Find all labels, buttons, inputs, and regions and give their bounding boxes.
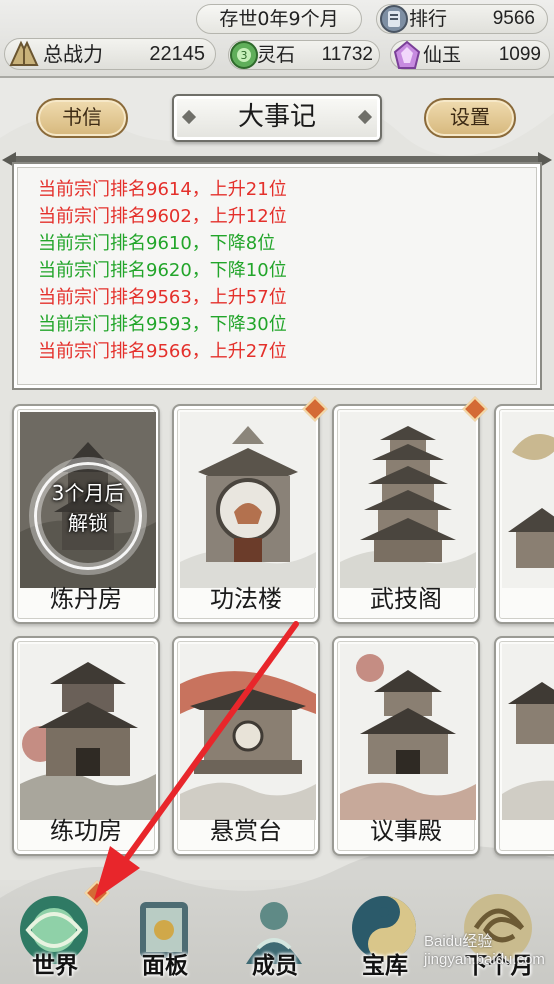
spirit-stone-counter[interactable]: 3 灵石 11732 [228, 40, 380, 70]
svg-text:3: 3 [241, 49, 248, 62]
technique-hall-image [180, 412, 316, 588]
immortal-jade-label: 仙玉 [423, 44, 462, 66]
nav-members[interactable]: 成员 [220, 880, 330, 984]
nav-label: 成员 [252, 952, 298, 979]
event-line: 当前宗门排名9602，上升12位 [38, 206, 287, 227]
building-card-training-room[interactable]: 练功房 [12, 636, 160, 856]
event-line: 当前宗门排名9563，上升57位 [38, 287, 287, 308]
building-card-bounty-board[interactable]: 悬赏台 [172, 636, 320, 856]
building-card-council-hall[interactable]: 议事殿 [332, 636, 480, 856]
training-room-image [20, 644, 156, 820]
event-line: 当前宗门排名9614，上升21位 [38, 179, 287, 200]
power-label: 总战力 [43, 42, 103, 66]
bounty-board-image [180, 644, 316, 820]
immortal-jade-value: 1099 [498, 44, 541, 65]
total-power: 总战力 22145 [4, 38, 216, 70]
event-log[interactable]: 当前宗门排名9614，上升21位 当前宗门排名9602，上升12位 当前宗门排名… [12, 162, 542, 390]
nav-world[interactable]: 世界 [0, 880, 110, 984]
building-name: 练功房 [50, 817, 122, 845]
nav-label: 面板 [142, 952, 188, 979]
letters-button[interactable]: 书信 [36, 98, 128, 138]
building-name: 功法楼 [210, 585, 282, 613]
event-line: 当前宗门排名9593，下降30位 [38, 314, 287, 335]
rank-label: 排行 [409, 8, 448, 30]
power-value: 22145 [149, 43, 205, 65]
building-image-partial-2 [502, 644, 554, 820]
immortal-jade-icon [393, 40, 421, 69]
title-ornament-right [357, 109, 373, 125]
building-name: 炼丹房 [50, 585, 122, 613]
building-card-alchemy[interactable]: 3个月后 解锁 炼丹房 [12, 404, 160, 624]
title-ornament-left [181, 109, 197, 125]
building-card-partial-2[interactable] [494, 636, 554, 856]
building-name: 武技阁 [370, 585, 442, 613]
building-card-martial-pavilion[interactable]: 武技阁 [332, 404, 480, 624]
rank-icon [380, 5, 408, 33]
nav-panel[interactable]: 面板 [110, 880, 220, 984]
spirit-stone-label: 灵石 [257, 44, 296, 66]
watermark: Baidu经验 jingyan.baidu.com [424, 933, 545, 968]
building-name: 悬赏台 [210, 817, 282, 845]
spirit-stone-icon: 3 [230, 41, 258, 69]
settings-button[interactable]: 设置 [424, 98, 516, 138]
top-bar: 存世0年9个月 排行 9566 总战力 22145 3 灵石 11732 仙玉 … [0, 0, 554, 78]
immortal-jade-counter[interactable]: 仙玉 1099 [390, 40, 550, 70]
power-icon [9, 40, 39, 66]
rank-button[interactable]: 排行 9566 [376, 4, 548, 34]
unlock-countdown-line1: 3个月后 [51, 481, 125, 505]
unlock-countdown-line2: 解锁 [68, 511, 108, 535]
building-name: 议事殿 [370, 817, 442, 845]
unlock-countdown: 3个月后 解锁 [24, 478, 152, 538]
building-card-partial[interactable] [494, 404, 554, 624]
rank-value: 9566 [492, 8, 535, 29]
martial-pavilion-image [340, 412, 476, 588]
date-display: 存世0年9个月 [196, 4, 362, 34]
page-title-text: 大事记 [237, 102, 316, 132]
council-hall-image [340, 644, 476, 820]
event-line: 当前宗门排名9566，上升27位 [38, 341, 287, 362]
spirit-stone-value: 11732 [321, 44, 373, 65]
page-title: 大事记 [172, 94, 382, 142]
building-image-partial [502, 412, 554, 588]
event-line: 当前宗门排名9610，下降8位 [38, 233, 276, 254]
event-line: 当前宗门排名9620，下降10位 [38, 260, 287, 281]
building-card-technique-hall[interactable]: 功法楼 [172, 404, 320, 624]
nav-label: 世界 [32, 952, 78, 979]
